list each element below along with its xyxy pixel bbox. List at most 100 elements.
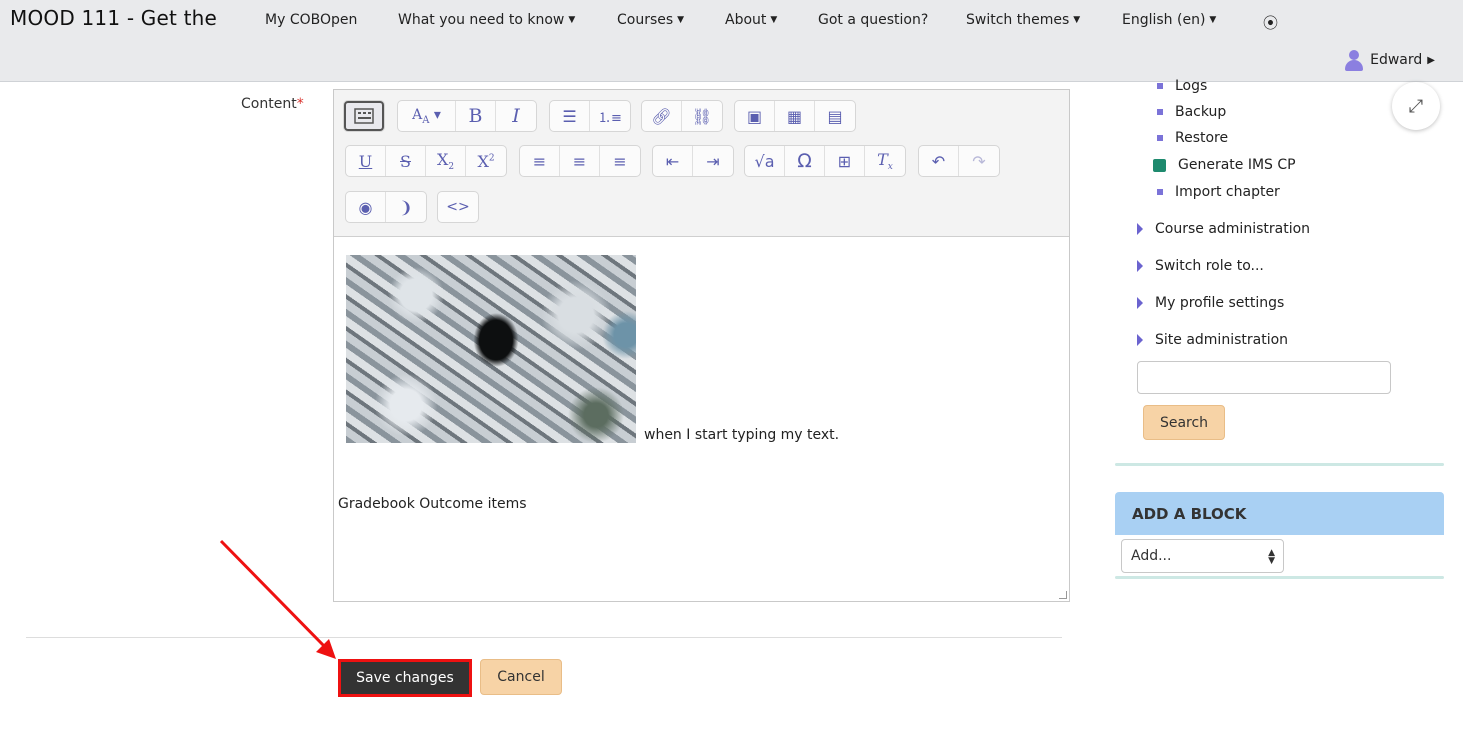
italic-icon: I bbox=[512, 105, 520, 127]
toolbar-group-links: 🔗︎ ⛓︎ bbox=[641, 100, 723, 132]
align-left-icon: ≡ bbox=[532, 151, 547, 171]
nav-what-you-need-to-know[interactable]: What you need to know ▼ bbox=[398, 12, 575, 28]
editor-toolbar: AA ▾ B I ☰ ⒈≡ 🔗︎ ⛓︎ ▣ ▦ ▤ U S X2 X2 ≡ ≡ … bbox=[334, 90, 1069, 237]
redo-button[interactable]: ↷ bbox=[959, 146, 999, 176]
sidebar-item-label: Generate IMS CP bbox=[1178, 157, 1296, 173]
accessibility-checker-button[interactable]: ◉ bbox=[346, 192, 386, 222]
ordered-list-button[interactable]: ⒈≡ bbox=[590, 101, 630, 131]
sidebar-node-site-administration[interactable]: Site administration bbox=[1137, 332, 1288, 348]
special-character-button[interactable]: Ω bbox=[785, 146, 825, 176]
sidebar-node-my-profile-settings[interactable]: My profile settings bbox=[1137, 295, 1284, 311]
underline-button[interactable]: U bbox=[346, 146, 386, 176]
block-bottom-border bbox=[1115, 576, 1444, 579]
media-button[interactable]: ▦ bbox=[775, 101, 815, 131]
cube-icon bbox=[1153, 158, 1166, 172]
ordered-list-icon: ⒈≡ bbox=[598, 110, 622, 126]
subscript-button[interactable]: X2 bbox=[426, 146, 466, 176]
screen-reader-button[interactable]: ❩ bbox=[386, 192, 426, 222]
toolbar-toggle-button[interactable] bbox=[344, 101, 384, 131]
italic-button[interactable]: I bbox=[496, 101, 536, 131]
align-left-button[interactable]: ≡ bbox=[520, 146, 560, 176]
form-divider bbox=[26, 637, 1062, 638]
toolbar-group-lists: ☰ ⒈≡ bbox=[549, 100, 631, 132]
nav-language[interactable]: English (en) ▼ bbox=[1122, 12, 1216, 28]
rich-text-editor: AA ▾ B I ☰ ⒈≡ 🔗︎ ⛓︎ ▣ ▦ ▤ U S X2 X2 ≡ ≡ … bbox=[333, 89, 1070, 602]
image-button[interactable]: ▣ bbox=[735, 101, 775, 131]
table-icon: ⊞ bbox=[837, 151, 852, 171]
user-name: Edward bbox=[1370, 52, 1423, 68]
nav-label: My COBOpen bbox=[265, 12, 358, 28]
eye-slash-icon: ◉ bbox=[358, 197, 373, 217]
align-center-button[interactable]: ≡ bbox=[560, 146, 600, 176]
resize-handle[interactable] bbox=[1059, 591, 1067, 599]
sidebar-node-course-administration[interactable]: Course administration bbox=[1137, 221, 1310, 237]
bullet-icon bbox=[1157, 135, 1163, 141]
toolbar-group-indent: ⇤ ⇥ bbox=[652, 145, 734, 177]
sidebar-item-generate-ims-cp[interactable]: Generate IMS CP bbox=[1153, 157, 1296, 173]
indent-button[interactable]: ⇥ bbox=[693, 146, 733, 176]
undo-icon: ↶ bbox=[931, 151, 946, 171]
link-icon: 🔗︎ bbox=[651, 106, 672, 126]
fullscreen-expand-button[interactable]: ⤢ bbox=[1392, 82, 1440, 130]
unlink-icon: ⛓︎ bbox=[691, 106, 713, 126]
user-menu[interactable]: Edward ▶ bbox=[1343, 49, 1435, 71]
superscript-button[interactable]: X2 bbox=[466, 146, 506, 176]
nav-my-cobopen[interactable]: My COBOpen bbox=[265, 12, 357, 28]
clear-formatting-button[interactable]: Tx bbox=[865, 146, 905, 176]
admin-search-button[interactable]: Search bbox=[1143, 405, 1225, 440]
html-source-button[interactable]: <> bbox=[438, 192, 478, 222]
table-button[interactable]: ⊞ bbox=[825, 146, 865, 176]
editor-content-area[interactable]: when I start typing my text. Gradebook O… bbox=[334, 238, 1069, 601]
expand-icon: ⤢ bbox=[1408, 95, 1424, 117]
square-root-icon: √a bbox=[754, 151, 775, 171]
embedded-photo[interactable] bbox=[346, 255, 636, 443]
sidebar-item-logs[interactable]: Logs bbox=[1157, 78, 1207, 94]
superscript-icon: X2 bbox=[477, 151, 495, 171]
caret-down-icon: ▼ bbox=[677, 15, 685, 25]
manage-files-button[interactable]: ▤ bbox=[815, 101, 855, 131]
nav-about[interactable]: About ▼ bbox=[725, 12, 777, 28]
sidebar-node-switch-role[interactable]: Switch role to... bbox=[1137, 258, 1264, 274]
nav-label: Courses bbox=[617, 12, 674, 28]
unlink-button[interactable]: ⛓︎ bbox=[682, 101, 722, 131]
admin-search-input[interactable] bbox=[1137, 361, 1391, 394]
sidebar-item-restore[interactable]: Restore bbox=[1157, 130, 1228, 146]
add-block-select[interactable]: Add... ▲ ▼ bbox=[1121, 539, 1284, 573]
cancel-button[interactable]: Cancel bbox=[480, 659, 562, 695]
nav-courses[interactable]: Courses ▼ bbox=[617, 12, 684, 28]
expand-arrow-icon bbox=[1137, 260, 1143, 272]
font-style-icon: AA ▾ bbox=[412, 106, 441, 126]
toolbar-group-history: ↶ ↷ bbox=[918, 145, 1000, 177]
circle-dot-icon[interactable]: ⦿ bbox=[1263, 12, 1278, 33]
caret-down-icon: ▼ bbox=[1073, 15, 1081, 25]
font-style-button[interactable]: AA ▾ bbox=[398, 101, 456, 131]
redo-icon: ↷ bbox=[972, 151, 986, 171]
link-button[interactable]: 🔗︎ bbox=[642, 101, 682, 131]
toolbar-group-media: ▣ ▦ ▤ bbox=[734, 100, 856, 132]
strikethrough-button[interactable]: S bbox=[386, 146, 426, 176]
film-icon: ▦ bbox=[786, 106, 803, 126]
code-icon: <> bbox=[446, 199, 470, 215]
save-changes-button[interactable]: Save changes bbox=[338, 659, 472, 697]
clipboard-icon: ▤ bbox=[827, 106, 843, 126]
sidebar-item-label: Restore bbox=[1175, 130, 1229, 146]
align-center-icon: ≡ bbox=[572, 151, 587, 171]
clear-formatting-icon: Tx bbox=[877, 149, 893, 173]
undo-button[interactable]: ↶ bbox=[919, 146, 959, 176]
equation-button[interactable]: √a bbox=[745, 146, 785, 176]
unordered-list-button[interactable]: ☰ bbox=[550, 101, 590, 131]
site-title[interactable]: MOOD 111 - Get the bbox=[10, 6, 217, 30]
nav-switch-themes[interactable]: Switch themes ▼ bbox=[966, 12, 1080, 28]
select-arrows-icon: ▲ ▼ bbox=[1268, 548, 1275, 566]
image-icon: ▣ bbox=[746, 106, 763, 126]
add-block-header: ADD A BLOCK bbox=[1115, 492, 1444, 535]
bold-button[interactable]: B bbox=[456, 101, 496, 131]
nav-got-a-question[interactable]: Got a question? bbox=[818, 12, 928, 28]
toolbar-group-format: U S X2 X2 bbox=[345, 145, 507, 177]
align-right-button[interactable]: ≡ bbox=[600, 146, 640, 176]
bullet-icon bbox=[1157, 189, 1163, 195]
sidebar-item-import-chapter[interactable]: Import chapter bbox=[1157, 184, 1280, 200]
caret-down-icon: ▼ bbox=[568, 15, 576, 25]
sidebar-item-backup[interactable]: Backup bbox=[1157, 104, 1226, 120]
outdent-button[interactable]: ⇤ bbox=[653, 146, 693, 176]
